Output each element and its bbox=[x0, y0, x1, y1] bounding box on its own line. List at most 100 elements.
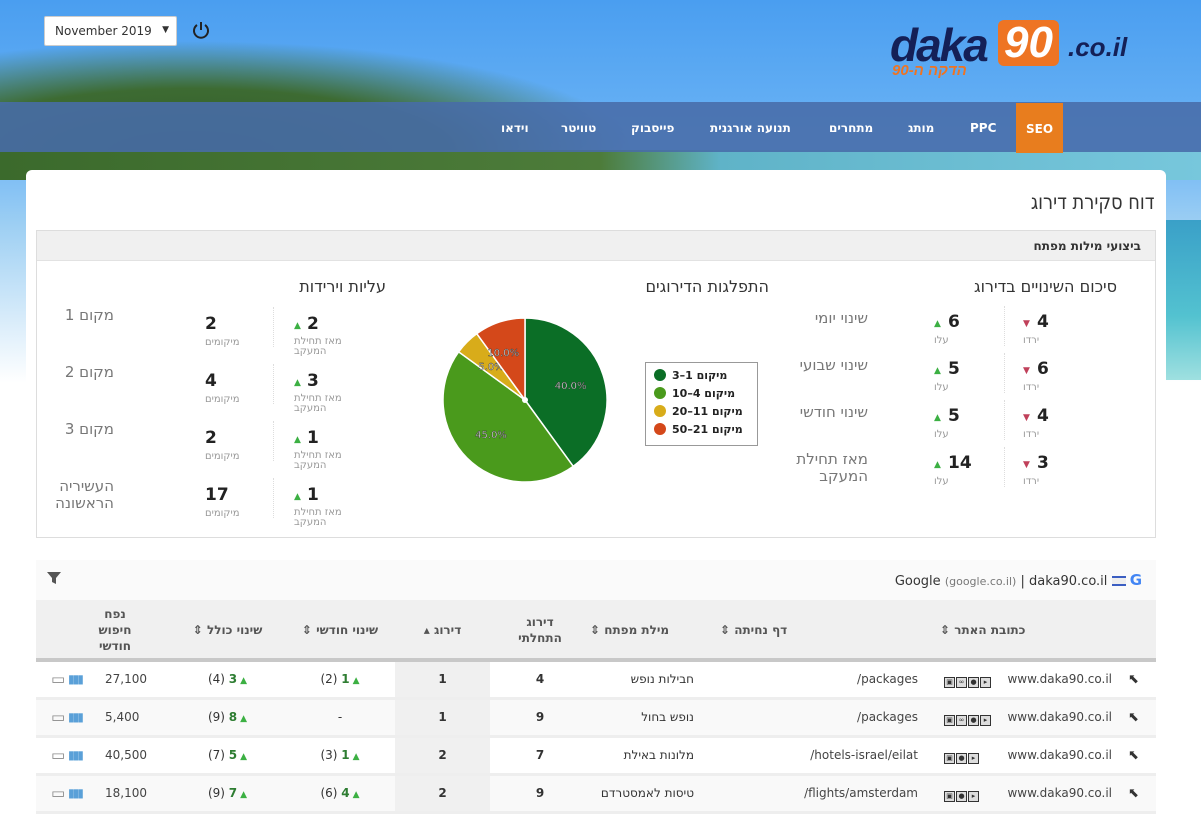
nav-competitors[interactable]: מתחרים bbox=[829, 102, 873, 152]
site-url[interactable]: www.daka90.co.il bbox=[1007, 776, 1112, 811]
summary-down-count: 3 bbox=[1037, 453, 1049, 473]
monitor-icon[interactable]: ▭ bbox=[51, 700, 65, 735]
caret-down-icon: ▼ bbox=[162, 25, 169, 35]
logo-coil: .co.il bbox=[1068, 32, 1128, 62]
col-landing[interactable]: דף נחיתה ⇕ bbox=[720, 600, 940, 660]
landing-page[interactable]: /packages bbox=[857, 700, 918, 735]
col-site[interactable]: כתובת האתר ⇕ bbox=[940, 600, 1156, 660]
legend-item[interactable]: מיקום 1–3 bbox=[654, 369, 727, 382]
rank: 1 bbox=[395, 700, 490, 735]
initial-rank: 9 bbox=[535, 786, 545, 800]
total-change: (7) 5 ▲ bbox=[170, 738, 285, 773]
keyword: טיסות לאמסטרדם bbox=[600, 786, 694, 800]
month-select[interactable]: November 2019 ▼ bbox=[44, 16, 177, 46]
summary-down-label: ירדו bbox=[1023, 382, 1040, 393]
table-row: ⬉ www.daka90.co.il ▣ ● ▸ /hotels-israel/eilat… bbox=[36, 738, 1156, 776]
seo-icons: ▣ ● ▸ bbox=[943, 776, 979, 811]
landing-page[interactable]: /hotels-israel/eilat bbox=[810, 738, 918, 773]
external-link-icon[interactable]: ⬉ bbox=[1128, 738, 1139, 773]
external-link-icon[interactable]: ⬉ bbox=[1128, 776, 1139, 811]
nav-brand[interactable]: מותג bbox=[908, 102, 934, 152]
summary-down-label: ירדו bbox=[1023, 335, 1040, 346]
filter-icon[interactable] bbox=[46, 571, 62, 585]
month-select-value: November 2019 bbox=[55, 24, 152, 38]
arrow-down-icon: ▼ bbox=[1023, 319, 1030, 329]
external-link-icon[interactable]: ⬉ bbox=[1128, 662, 1139, 697]
total-change: (9) 8 ▲ bbox=[170, 700, 285, 735]
nav-facebook[interactable]: פייסבוק bbox=[631, 102, 674, 152]
nav-twitter[interactable]: טוויטר bbox=[561, 102, 596, 152]
divider bbox=[273, 478, 274, 518]
bar-chart-icon[interactable]: ▮▮▮ bbox=[68, 738, 84, 773]
bar-chart-icon[interactable]: ▮▮▮ bbox=[68, 776, 84, 811]
lock-icon: ● bbox=[968, 715, 979, 726]
monthly-prev: (6) bbox=[320, 786, 338, 800]
video-icon: ▸ bbox=[968, 791, 979, 802]
legend-item[interactable]: מיקום 11–20 bbox=[654, 405, 743, 418]
total-change-value: 3 bbox=[228, 672, 238, 686]
position-label: מקום 2 bbox=[64, 363, 114, 381]
monthly-change: (6) 4 ▲ bbox=[285, 776, 395, 811]
arrow-up-icon: ▲ bbox=[934, 319, 941, 329]
israel-flag-icon bbox=[1111, 576, 1126, 586]
bar-chart-icon[interactable]: ▮▮▮ bbox=[68, 662, 84, 697]
legend-item[interactable]: מיקום 21–50 bbox=[654, 423, 743, 436]
search-volume: 5,400 bbox=[105, 710, 140, 724]
arrow-up-icon: ▲ bbox=[240, 752, 248, 762]
col-keyword[interactable]: מילת מפתח ⇕ bbox=[590, 600, 720, 660]
landing-page[interactable]: /packages bbox=[857, 662, 918, 697]
page-icon: ▣ bbox=[944, 715, 955, 726]
legend-item[interactable]: מיקום 4–10 bbox=[654, 387, 735, 400]
lock-icon: ● bbox=[956, 791, 967, 802]
positions-label: מיקומים bbox=[205, 337, 240, 348]
site-url[interactable]: www.daka90.co.il bbox=[1007, 700, 1112, 735]
logo-tagline: הדקה ה-90 bbox=[892, 62, 967, 79]
summary-label: מאז תחילת המעקב bbox=[796, 450, 868, 485]
monitor-icon[interactable]: ▭ bbox=[51, 776, 65, 811]
nav-organic[interactable]: תנועה אורגנית bbox=[710, 102, 791, 152]
engine-domain: (google.co.il) bbox=[944, 575, 1017, 588]
landing-page[interactable]: /flights/amsterdam bbox=[804, 776, 918, 811]
summary-label: שינוי חודשי bbox=[799, 403, 868, 421]
logo[interactable]: daka 90 .co.il הדקה ה-90 bbox=[890, 18, 1130, 84]
monthly-change-value: 1 bbox=[341, 672, 350, 686]
col-initial-rank[interactable]: דירוג התחלתי bbox=[490, 600, 590, 660]
monitor-icon[interactable]: ▭ bbox=[51, 738, 65, 773]
nav-seo[interactable]: SEO bbox=[1016, 103, 1064, 153]
link-icon: ∞ bbox=[956, 715, 967, 726]
site-url[interactable]: www.daka90.co.il bbox=[1007, 738, 1112, 773]
google-icon: G bbox=[1129, 571, 1142, 589]
col-monthly-change[interactable]: שינוי חודשי ⇕ bbox=[285, 600, 395, 660]
summary-up-count: 6 bbox=[948, 312, 960, 332]
total-change-value: 5 bbox=[228, 748, 238, 762]
nav-ppc[interactable]: PPC bbox=[970, 102, 996, 152]
search-volume: 27,100 bbox=[105, 672, 147, 686]
change-count: 1 bbox=[307, 428, 319, 448]
change-count: 2 bbox=[307, 314, 319, 334]
since-tracking-label: מאז תחילת המעקב bbox=[294, 507, 342, 528]
total-prev: (7) bbox=[207, 748, 225, 762]
since-tracking-label: מאז תחילת המעקב bbox=[294, 336, 342, 357]
keyword: חבילות נופש bbox=[630, 672, 694, 686]
arrow-up-icon: ▲ bbox=[934, 460, 941, 470]
total-change-value: 8 bbox=[228, 710, 238, 724]
positions-label: מיקומים bbox=[205, 394, 240, 405]
arrow-up-icon: ▲ bbox=[240, 676, 248, 686]
rank: 2 bbox=[395, 738, 490, 773]
external-link-icon[interactable]: ⬉ bbox=[1128, 700, 1139, 735]
monitor-icon[interactable]: ▭ bbox=[51, 662, 65, 697]
change-count: 3 bbox=[307, 371, 319, 391]
col-rank[interactable]: דירוג ▴ bbox=[395, 600, 490, 660]
power-icon[interactable] bbox=[191, 20, 211, 40]
site-url[interactable]: www.daka90.co.il bbox=[1007, 662, 1112, 697]
positions-count: 2 bbox=[205, 314, 217, 334]
arrow-down-icon: ▼ bbox=[1023, 413, 1030, 423]
page-title: דוח סקירת דירוג bbox=[1031, 190, 1155, 214]
summary-up-label: עלו bbox=[934, 476, 949, 487]
col-total-change[interactable]: שינוי כולל ⇕ bbox=[170, 600, 285, 660]
monthly-prev: (2) bbox=[320, 672, 338, 686]
col-volume[interactable]: נפח חיפוש חודשי bbox=[95, 600, 170, 660]
bar-chart-icon[interactable]: ▮▮▮ bbox=[68, 700, 84, 735]
nav-video[interactable]: וידאו bbox=[501, 102, 529, 152]
logo-90: 90 bbox=[998, 20, 1059, 66]
